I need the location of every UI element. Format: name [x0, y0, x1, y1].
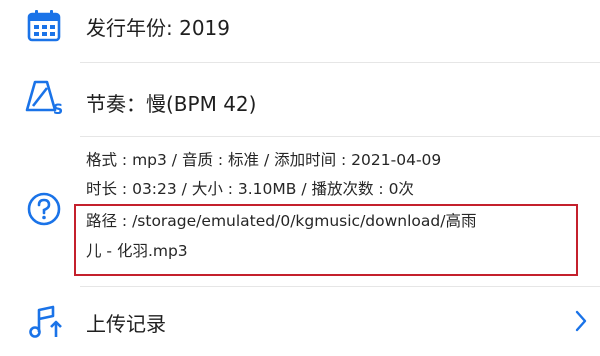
- calendar-icon: [27, 10, 61, 42]
- metronome-icon: S: [25, 80, 63, 118]
- format-quality-added: 格式 : mp3 / 音质 : 标准 / 添加时间 : 2021-04-09: [86, 151, 442, 169]
- release-year-label: 发行年份: 2019: [86, 16, 230, 40]
- tempo-label: 节奏：慢(BPM 42): [86, 92, 257, 116]
- divider: [80, 136, 600, 137]
- file-path-box: 路径 : /storage/emulated/0/kgmusic/downloa…: [74, 204, 578, 276]
- file-path-line2: 儿 - 化羽.mp3: [86, 242, 188, 260]
- music-upload-icon: [29, 305, 62, 338]
- release-year-row: 发行年份: 2019: [0, 0, 600, 56]
- divider: [80, 286, 600, 287]
- chevron-right-icon: [575, 310, 587, 332]
- upload-records-row[interactable]: 上传记录: [0, 290, 600, 356]
- tempo-row: S 节奏：慢(BPM 42): [0, 70, 600, 130]
- duration-size-plays: 时长 : 03:23 / 大小 : 3.10MB / 播放次数 : 0次: [86, 180, 414, 198]
- svg-text:S: S: [53, 102, 63, 118]
- help-icon: [27, 192, 61, 226]
- upload-records-label: 上传记录: [86, 312, 166, 336]
- file-path-line1: 路径 : /storage/emulated/0/kgmusic/downloa…: [86, 212, 477, 230]
- divider: [80, 62, 600, 63]
